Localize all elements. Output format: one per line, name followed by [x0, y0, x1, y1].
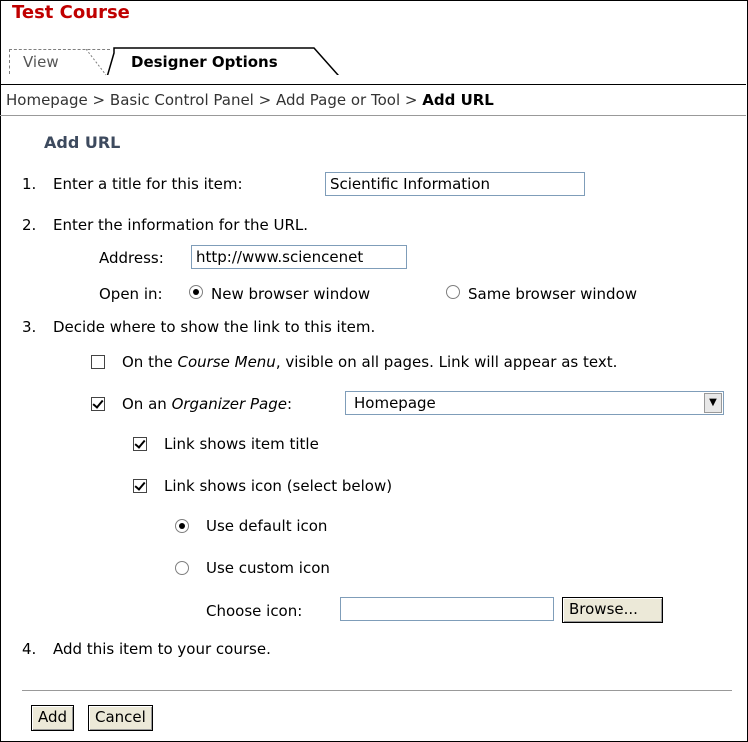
course-menu-text-1: On the [122, 353, 173, 371]
custom-icon-label: Use custom icon [206, 559, 330, 577]
step-3-number: 3. [22, 318, 37, 336]
breadcrumb-separator: > [404, 91, 418, 109]
section-title: Add URL [44, 133, 121, 152]
choose-icon-input[interactable] [340, 597, 554, 621]
link-title-label: Link shows item title [164, 435, 319, 453]
organizer-page-select[interactable]: Homepage ▼ [345, 391, 724, 415]
address-input[interactable] [191, 245, 407, 269]
breadcrumb-current: Add URL [422, 91, 494, 109]
course-menu-text-3: , visible on all pages. Link will appear… [275, 353, 618, 371]
course-menu-checkbox[interactable] [91, 355, 105, 369]
organizer-page-selected: Homepage [354, 394, 436, 412]
organizer-text-2: Organizer Page [171, 395, 287, 413]
cancel-button[interactable]: Cancel [88, 705, 153, 731]
address-label: Address: [99, 249, 164, 267]
breadcrumb-separator: > [258, 91, 272, 109]
breadcrumb-separator: > [92, 91, 106, 109]
choose-icon-label: Choose icon: [206, 602, 303, 620]
browse-button[interactable]: Browse... [562, 597, 663, 623]
breadcrumb: Homepage > Basic Control Panel > Add Pag… [6, 91, 494, 109]
breadcrumb-link-control-panel[interactable]: Basic Control Panel [110, 91, 254, 109]
step-4-label: Add this item to your course. [53, 640, 271, 658]
link-title-checkbox[interactable] [133, 437, 147, 451]
default-icon-radio[interactable] [175, 519, 189, 533]
step-1-label: Enter a title for this item: [53, 175, 243, 193]
organizer-text-3: : [286, 395, 293, 413]
course-menu-label: On the Course Menu, visible on all pages… [122, 353, 617, 371]
course-title: Test Course [12, 2, 130, 23]
step-4-number: 4. [22, 640, 37, 658]
step-2-number: 2. [22, 216, 37, 234]
link-icon-label: Link shows icon (select below) [164, 477, 393, 495]
title-input[interactable] [325, 172, 585, 196]
divider [22, 690, 732, 691]
chevron-down-icon[interactable]: ▼ [704, 393, 722, 413]
default-icon-label: Use default icon [206, 517, 328, 535]
tab-view-label: View [23, 53, 59, 71]
breadcrumb-link-homepage[interactable]: Homepage [6, 91, 88, 109]
breadcrumb-link-add-page[interactable]: Add Page or Tool [276, 91, 400, 109]
step-1-number: 1. [22, 175, 37, 193]
add-button[interactable]: Add [31, 705, 75, 731]
organizer-text-1: On an [122, 395, 167, 413]
new-window-label: New browser window [211, 285, 371, 303]
open-in-label: Open in: [99, 285, 163, 303]
tab-designer-options[interactable]: Designer Options [131, 53, 278, 71]
course-menu-text-2: Course Menu [177, 353, 276, 371]
link-icon-checkbox[interactable] [133, 479, 147, 493]
same-window-label: Same browser window [468, 285, 638, 303]
organizer-page-label: On an Organizer Page: [122, 395, 292, 413]
step-2-label: Enter the information for the URL. [53, 216, 309, 234]
organizer-page-checkbox[interactable] [91, 397, 105, 411]
new-window-radio[interactable] [189, 285, 203, 299]
custom-icon-radio[interactable] [175, 561, 189, 575]
same-window-radio[interactable] [446, 285, 460, 299]
step-3-label: Decide where to show the link to this it… [53, 318, 376, 336]
